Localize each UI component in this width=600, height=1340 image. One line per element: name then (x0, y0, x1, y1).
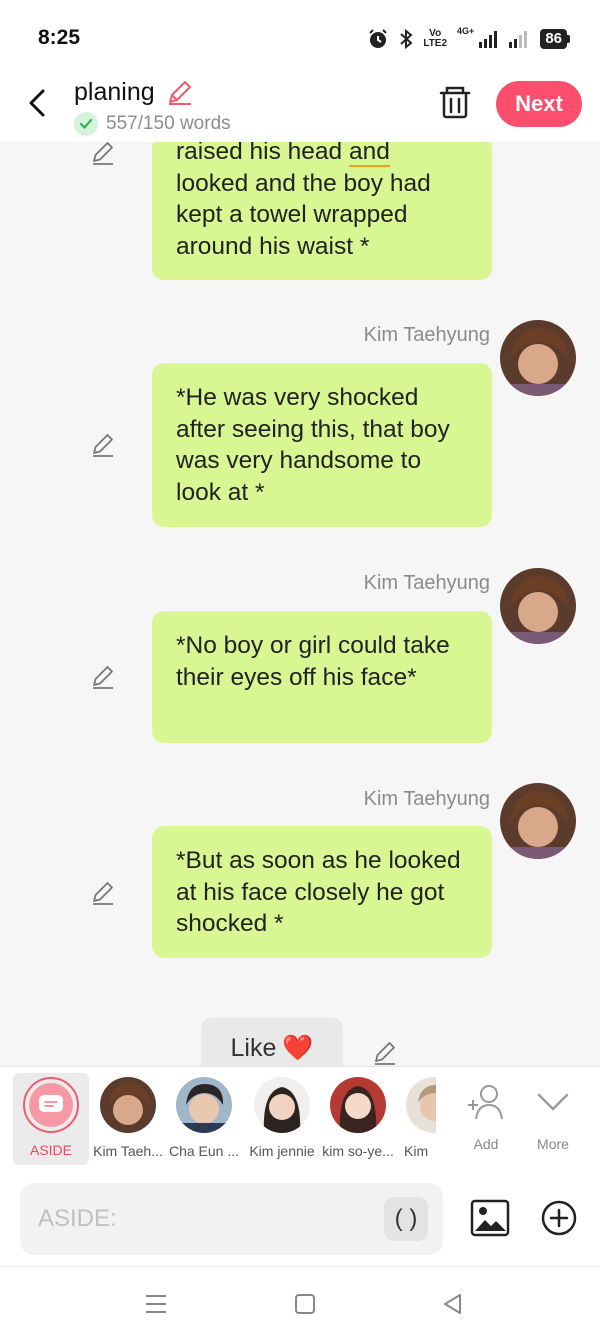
character-aside[interactable]: ASIDE (13, 1073, 89, 1165)
edit-title-icon[interactable] (166, 78, 194, 106)
trash-icon[interactable] (438, 84, 472, 120)
heart-emoji: ❤️ (282, 1033, 314, 1062)
chat-bubble-icon (39, 1095, 63, 1112)
message-input[interactable] (38, 1183, 378, 1255)
back-nav-icon[interactable] (438, 1289, 468, 1319)
page-title: planing (74, 78, 155, 106)
avatar (176, 1077, 232, 1133)
next-button[interactable]: Next (496, 81, 582, 127)
image-icon[interactable] (470, 1198, 510, 1238)
status-icons: Vo LTE2 4G+ 86 (367, 25, 570, 53)
add-user-icon (468, 1085, 503, 1120)
message-bubble[interactable]: *He was very shocked after seeing this, … (152, 363, 492, 527)
like-bubble[interactable]: Like ❤️ (201, 1018, 343, 1066)
message-bubble[interactable]: *No boy or girl could take their eyes of… (152, 611, 492, 743)
menu-icon[interactable] (141, 1289, 171, 1319)
plus-circle-icon[interactable] (540, 1199, 578, 1237)
input-bar: ( ) (0, 1172, 600, 1266)
avatar[interactable] (500, 783, 576, 859)
character-item[interactable]: Cha Eun ... (164, 1073, 244, 1159)
character-item[interactable]: Kim (396, 1073, 436, 1159)
character-item[interactable]: Kim jennie (242, 1073, 322, 1159)
edit-message-icon[interactable] (90, 880, 116, 906)
status-bar: 8:25 Vo LTE2 4G+ 86 (0, 0, 600, 76)
bluetooth-icon (400, 28, 413, 50)
character-item[interactable]: Kim Taeh... (88, 1073, 168, 1159)
chevron-down-icon (537, 1093, 569, 1111)
back-button[interactable] (20, 86, 54, 120)
speaker-name: Kim Taehyung (363, 324, 490, 346)
edit-message-icon[interactable] (90, 664, 116, 690)
alarm-icon (369, 29, 388, 48)
chevron-left-icon (29, 89, 45, 117)
home-icon[interactable] (290, 1289, 320, 1319)
character-selector: ASIDE Kim Taeh... Cha Eun ... Kim jennie… (0, 1066, 600, 1172)
message-bubble[interactable]: raised his head and looked and the boy h… (152, 142, 492, 280)
check-icon (74, 112, 98, 136)
signal-weak-icon (509, 31, 528, 48)
avatar[interactable] (500, 568, 576, 644)
status-time: 8:25 (38, 26, 81, 49)
speaker-name: Kim Taehyung (363, 788, 490, 810)
word-count: 557/150 words (74, 112, 231, 136)
chat-area: raised his head and looked and the boy h… (0, 142, 600, 1066)
header: planing 557/150 words Next (0, 76, 600, 142)
avatar (100, 1077, 156, 1133)
speaker-name: Kim Taehyung (363, 572, 490, 594)
more-button[interactable]: More (513, 1073, 593, 1152)
message-bubble[interactable]: *But as soon as he looked at his face cl… (152, 826, 492, 958)
edit-message-icon[interactable] (90, 142, 116, 166)
battery-indicator: 86 (540, 29, 570, 49)
edit-message-icon[interactable] (372, 1040, 398, 1066)
avatar (406, 1077, 436, 1133)
volte-indicator: Vo LTE2 (423, 28, 448, 49)
avatar (254, 1077, 310, 1133)
avatar[interactable] (500, 320, 576, 396)
character-item[interactable]: kim so-ye... (318, 1073, 398, 1159)
edit-message-icon[interactable] (90, 432, 116, 458)
parentheses-button[interactable]: ( ) (384, 1197, 428, 1241)
word-count-text: 557/150 words (106, 113, 231, 134)
network-type: 4G+ (457, 26, 475, 36)
system-nav-bar (0, 1266, 600, 1340)
signal-icon (479, 31, 498, 48)
avatar (330, 1077, 386, 1133)
input-wrapper: ( ) (20, 1183, 443, 1255)
